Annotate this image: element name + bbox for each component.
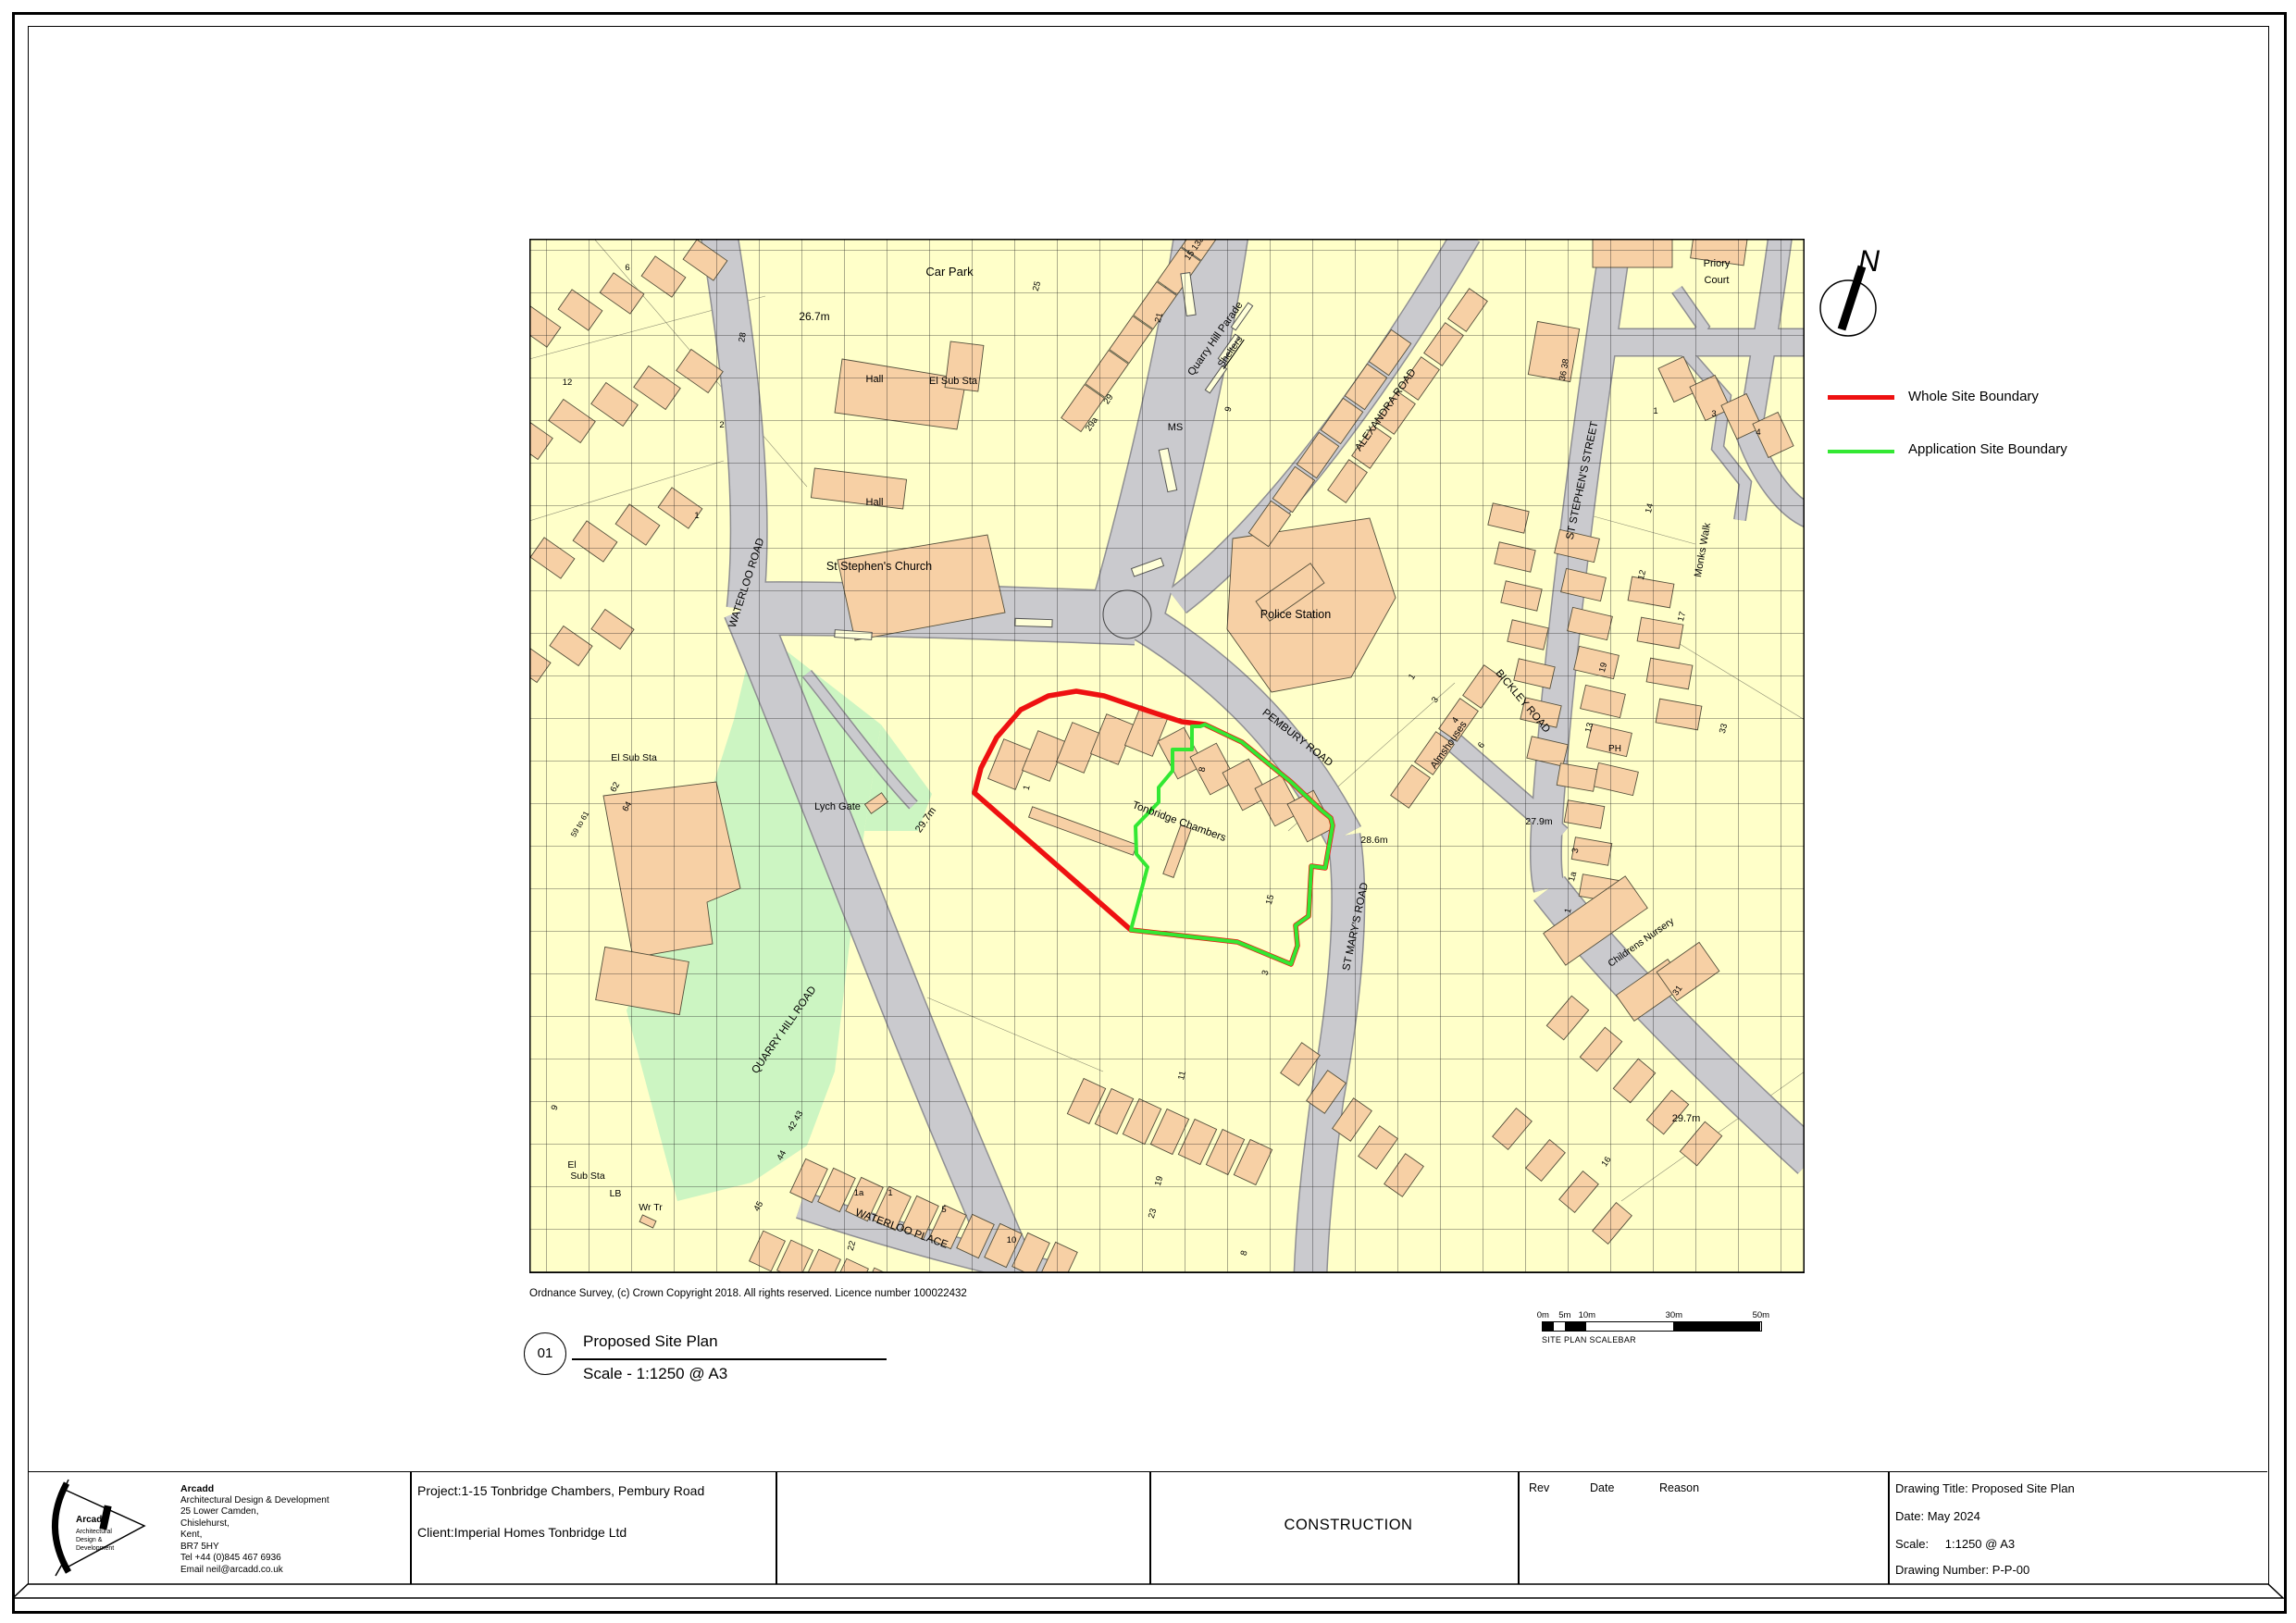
- arcadd-logo: Arcadd Architectural Design & Developmen…: [41, 1478, 180, 1578]
- map-label: 2: [719, 420, 724, 430]
- north-arrow-label: N: [1858, 244, 1880, 278]
- firm-line: 25 Lower Camden,: [180, 1506, 329, 1518]
- date-label: Date:: [1895, 1509, 1924, 1523]
- drawing-title-field: Drawing Title: Proposed Site Plan: [1895, 1481, 2075, 1495]
- map-label: Car Park: [925, 265, 974, 279]
- rev-header: Rev: [1529, 1481, 1549, 1494]
- project-field: Project:1-15 Tonbridge Chambers, Pembury…: [417, 1483, 704, 1498]
- firm-line: Tel +44 (0)845 467 6936: [180, 1553, 329, 1565]
- callout-title: Proposed Site Plan: [583, 1332, 718, 1351]
- legend-label-whole-site: Whole Site Boundary: [1908, 389, 2039, 404]
- svg-text:Arcadd: Arcadd: [76, 1515, 107, 1525]
- svg-text:Design &: Design &: [76, 1537, 103, 1543]
- map-label: Court: [1705, 275, 1730, 286]
- scalebar-caption: SITE PLAN SCALEBAR: [1542, 1335, 1782, 1344]
- svg-text:Architectural: Architectural: [76, 1529, 112, 1535]
- drawing-title-label: Drawing Title:: [1895, 1481, 1968, 1495]
- firm-address: Arcadd Architectural Design & Developmen…: [180, 1483, 329, 1576]
- drawing-number-field: Drawing Number: P-P-00: [1895, 1563, 2029, 1577]
- scale-field: Scale: 1:1250 @ A3: [1895, 1537, 2015, 1551]
- scalebar-tick: 5m: [1558, 1310, 1570, 1320]
- legend-swatch-application-site: [1828, 450, 1894, 453]
- callout-underline: [572, 1358, 887, 1360]
- scalebar-bar: [1542, 1321, 1762, 1332]
- map-label: 26.7m: [799, 310, 829, 323]
- map-label: 28.6m: [1360, 835, 1387, 846]
- scale-label: Scale:: [1895, 1537, 1929, 1551]
- map-label: PH: [1608, 744, 1621, 754]
- map-label: LB: [610, 1188, 622, 1199]
- map-label: Sub Sta: [570, 1171, 605, 1182]
- north-arrow: N: [1805, 229, 1916, 350]
- firm-line: Architectural Design & Development: [180, 1495, 329, 1507]
- scalebar-ticks: 0m5m10m30m50m: [1542, 1310, 1782, 1321]
- map-label: El Sub Sta: [929, 376, 978, 387]
- drawing-title-value: Proposed Site Plan: [1971, 1481, 2074, 1495]
- firm-name: Arcadd: [180, 1483, 329, 1495]
- firm-line: Email neil@arcadd.co.uk: [180, 1565, 329, 1577]
- scalebar-tick: 10m: [1579, 1310, 1595, 1320]
- map-label: 6: [625, 263, 629, 273]
- firm-line: Chislehurst,: [180, 1518, 329, 1530]
- map-label: 5: [941, 1205, 946, 1215]
- client-field: Client:Imperial Homes Tonbridge Ltd: [417, 1525, 627, 1540]
- title-block: Arcadd Architectural Design & Developmen…: [28, 1471, 2267, 1585]
- site-plan-map: Car Park 26.7m Hall El Sub Sta Hall St Stephe…: [529, 239, 1805, 1273]
- map-label: El Sub Sta: [611, 752, 657, 763]
- map-label: El: [567, 1159, 576, 1171]
- drawing-number-label: Drawing Number:: [1895, 1563, 1989, 1577]
- map-label: MS: [1168, 422, 1184, 433]
- scalebar-tick: 30m: [1666, 1310, 1682, 1320]
- map-label: 10: [1007, 1235, 1017, 1245]
- svg-text:Development: Development: [76, 1545, 114, 1552]
- legend-swatch-whole-site: [1828, 395, 1894, 400]
- map-label: Hall: [866, 374, 884, 385]
- drawing-number-value: P-P-00: [1992, 1563, 2029, 1577]
- drawing-sheet: Car Park 26.7m Hall El Sub Sta Hall St Stephe…: [0, 0, 2296, 1623]
- date-field: Date: May 2024: [1895, 1509, 1980, 1523]
- scalebar-tick: 0m: [1537, 1310, 1549, 1320]
- scalebar: 0m5m10m30m50m SITE PLAN SCALEBAR: [1542, 1310, 1782, 1344]
- os-copyright-note: Ordnance Survey, (c) Crown Copyright 201…: [529, 1288, 967, 1299]
- map-label: 3: [1711, 409, 1716, 419]
- map-label: 4: [1756, 427, 1760, 438]
- firm-line: BR7 5HY: [180, 1542, 329, 1554]
- scalebar-tick: 50m: [1753, 1310, 1769, 1320]
- firm-line: Kent,: [180, 1530, 329, 1542]
- map-label: 1: [694, 511, 699, 521]
- legend-label-application-site: Application Site Boundary: [1908, 441, 2067, 457]
- callout-number-circle: 01: [524, 1332, 566, 1375]
- grid-overlay: [529, 239, 1805, 1273]
- map-label: Wr Tr: [639, 1202, 663, 1213]
- map-label: St Stephen's Church: [826, 560, 932, 573]
- map-label: Priory: [1704, 258, 1731, 269]
- scale-value: 1:1250 @ A3: [1945, 1537, 2015, 1551]
- map-label: 29.7m: [1672, 1113, 1701, 1124]
- map-label: 12: [563, 378, 573, 388]
- map-label: 1a: [854, 1188, 864, 1198]
- map-label: 1: [1653, 406, 1657, 416]
- reason-header: Reason: [1659, 1481, 1699, 1494]
- callout-scale: Scale - 1:1250 @ A3: [583, 1365, 727, 1383]
- status-stamp: CONSTRUCTION: [1149, 1517, 1547, 1534]
- map-label: Police Station: [1260, 608, 1331, 621]
- map-label: Lych Gate: [814, 801, 861, 812]
- date-value: May 2024: [1928, 1509, 1980, 1523]
- map-label: Hall: [866, 497, 884, 508]
- map-label: 28: [737, 331, 749, 342]
- date-header: Date: [1590, 1481, 1614, 1494]
- map-label: 27.9m: [1525, 816, 1552, 827]
- title-block-band: [12, 1583, 2284, 1599]
- map-label: 1: [887, 1188, 892, 1198]
